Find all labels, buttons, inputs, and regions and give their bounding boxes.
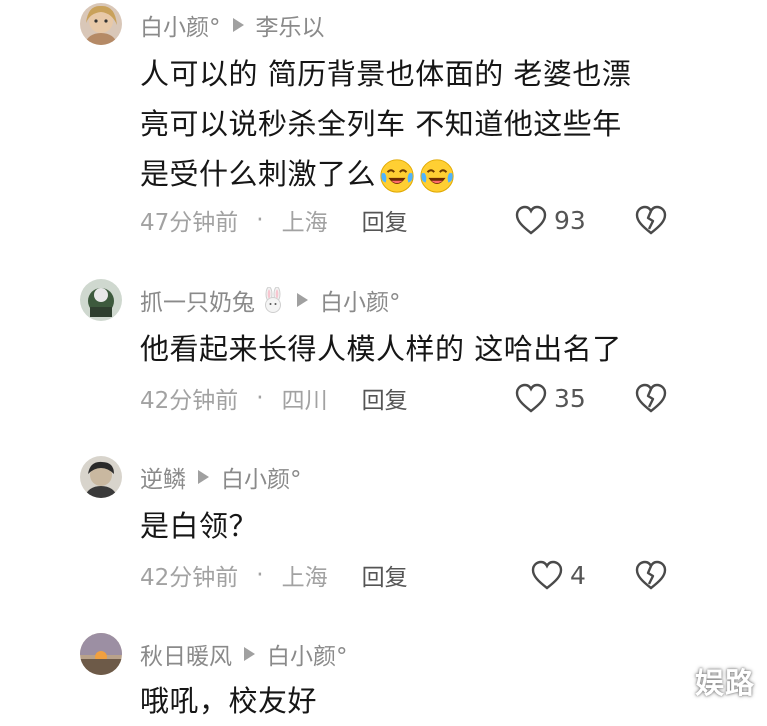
reply-to-name[interactable]: 白小颜° [320, 283, 401, 317]
reply-button[interactable]: 回复 [362, 203, 408, 237]
comment-header: 秋日暖风 白小颜° [140, 638, 348, 670]
like-count: 93 [554, 205, 586, 235]
play-triangle-icon [297, 293, 308, 307]
comment-text: 人可以的 简历背景也体面的 老婆也漂 亮可以说秒杀全列车 不知道他这些年 是受什… [140, 49, 680, 201]
like-button[interactable]: 4 [530, 555, 586, 595]
play-triangle-icon [198, 470, 209, 484]
comment-author[interactable]: 抓一只奶兔 [140, 283, 255, 317]
play-triangle-icon [244, 647, 255, 661]
comment-header: 逆鳞 白小颜° [140, 461, 302, 493]
dislike-button[interactable] [633, 558, 669, 592]
separator-dot: · [256, 562, 264, 588]
reply-to-name[interactable]: 白小颜° [221, 460, 302, 494]
broken-heart-icon [635, 560, 667, 590]
comment-time: 42分钟前 [140, 388, 239, 414]
reply-to-name[interactable]: 李乐以 [256, 8, 325, 42]
broken-heart-icon [635, 205, 667, 235]
comment-author[interactable]: 白小颜° [140, 8, 221, 42]
like-button[interactable]: 93 [514, 200, 586, 240]
comment-text-line-with-emoji: 是受什么刺激了么 [140, 149, 680, 201]
comment-text-line: 人可以的 简历背景也体面的 老婆也漂 [140, 57, 632, 91]
avatar[interactable] [80, 279, 122, 321]
emoji-group [376, 151, 456, 201]
comment-author[interactable]: 逆鳞 [140, 460, 186, 494]
avatar[interactable] [80, 3, 122, 45]
crying-laughing-emoji [380, 159, 414, 193]
comment-meta: 47分钟前 · 上海 回复 [140, 200, 767, 240]
comment-text-line: 哦吼，校友好 [140, 684, 318, 718]
comment-text-line: 是白领？ [140, 509, 259, 543]
comment-text: 他看起来长得人模人样的 这哈出名了 [140, 324, 680, 374]
comment-location: 四川 [281, 388, 328, 414]
comment-meta: 42分钟前 · 上海 回复 [140, 555, 767, 595]
separator-dot: · [256, 385, 264, 411]
like-count: 4 [570, 560, 586, 590]
comment-header: 抓一只奶兔 白小颜° [140, 284, 401, 316]
dislike-button[interactable] [633, 381, 669, 415]
comment-text-line: 亮可以说秒杀全列车 不知道他这些年 [140, 107, 622, 141]
play-triangle-icon [232, 18, 244, 32]
comment-time: 47分钟前 [140, 210, 239, 236]
separator-dot: · [256, 207, 264, 233]
avatar[interactable] [80, 633, 122, 675]
comment-location: 上海 [281, 565, 328, 591]
reply-to-name[interactable]: 白小颜° [267, 637, 348, 671]
reply-button[interactable]: 回复 [362, 558, 408, 592]
heart-outline-icon [515, 383, 547, 413]
comment-author[interactable]: 秋日暖风 [140, 637, 232, 671]
comment-text: 是白领？ [140, 501, 680, 551]
crying-laughing-emoji [420, 159, 454, 193]
comment-time: 42分钟前 [140, 565, 239, 591]
comment-location: 上海 [281, 210, 328, 236]
broken-heart-icon [635, 383, 667, 413]
comment-text-line: 他看起来长得人模人样的 这哈出名了 [140, 332, 622, 366]
heart-outline-icon [515, 205, 547, 235]
comment-text: 哦吼，校友好 [140, 676, 680, 726]
comment-meta: 42分钟前 · 四川 回复 [140, 378, 767, 418]
comment-header: 白小颜° 李乐以 [140, 9, 325, 41]
avatar[interactable] [80, 456, 122, 498]
heart-outline-icon [531, 560, 563, 590]
watermark-logo: 娱路 [694, 666, 755, 700]
rabbit-emoji [265, 287, 281, 313]
reply-button[interactable]: 回复 [362, 381, 408, 415]
dislike-button[interactable] [633, 203, 669, 237]
like-count: 35 [554, 383, 586, 413]
like-button[interactable]: 35 [514, 378, 586, 418]
